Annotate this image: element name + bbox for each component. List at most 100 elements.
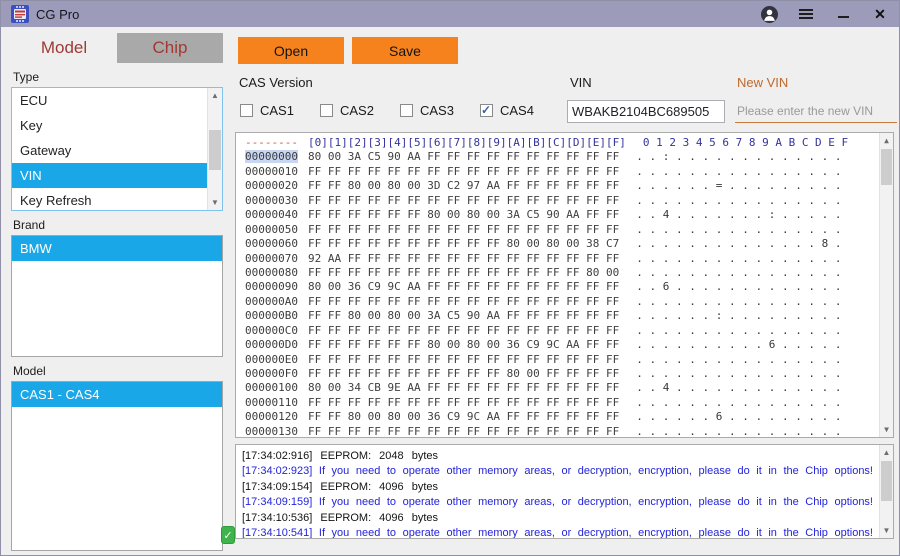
- hex-bytes: FF FF FF FF FF FF FF FF FF FF FF FF FF F…: [308, 353, 619, 366]
- hex-bytes: FF FF 80 00 80 00 3A C5 90 AA FF FF FF F…: [308, 309, 619, 322]
- scroll-down-icon[interactable]: ▼: [880, 523, 893, 538]
- scroll-up-icon[interactable]: ▲: [208, 88, 222, 103]
- hex-ascii: . . . . . . . . . . . . . . . .: [636, 194, 841, 207]
- chip-icon: [11, 5, 29, 23]
- hex-bytes: 92 AA FF FF FF FF FF FF FF FF FF FF FF F…: [308, 252, 619, 265]
- app-window: CG Pro ✕ Model Chip Type ECUKeyGatewayVI…: [0, 0, 900, 556]
- hex-row[interactable]: 00000070 92 AA FF FF FF FF FF FF FF FF FF…: [245, 252, 893, 266]
- type-label: Type: [13, 70, 223, 84]
- tab-chip[interactable]: Chip: [117, 33, 223, 63]
- window-title: CG Pro: [36, 7, 79, 22]
- hex-bytes: 80 00 36 C9 9C AA FF FF FF FF FF FF FF F…: [308, 280, 619, 293]
- hex-address: 000000F0: [245, 367, 298, 380]
- hex-address: 00000040: [245, 208, 298, 221]
- hex-address: 00000130: [245, 425, 298, 438]
- list-item[interactable]: BMW: [12, 236, 222, 261]
- hex-address: 000000C0: [245, 324, 298, 337]
- checkbox-icon[interactable]: [320, 104, 333, 117]
- checkbox-checked-icon[interactable]: [480, 104, 493, 117]
- hex-row[interactable]: 00000100 80 00 34 CB 9E AA FF FF FF FF FF…: [245, 381, 893, 395]
- list-item[interactable]: ECU: [12, 88, 222, 113]
- hex-row[interactable]: 000000C0FF FF FF FF FF FF FF FF FF FF FF…: [245, 324, 893, 338]
- vin-input[interactable]: [567, 100, 725, 123]
- log-line: [17:34:02:923] If you need to operate ot…: [242, 464, 873, 479]
- log-scrollbar[interactable]: ▲ ▼: [879, 445, 893, 538]
- hex-address: 00000080: [245, 266, 298, 279]
- cas-checkbox-label: CAS3: [420, 103, 454, 118]
- hex-row[interactable]: 000000E0 FF FF FF FF FF FF FF FF FF FF FF…: [245, 353, 893, 367]
- list-item[interactable]: Gateway: [12, 138, 222, 163]
- hex-row[interactable]: 000000A0FF FF FF FF FF FF FF FF FF FF FF…: [245, 295, 893, 309]
- hex-bytes: 80 00 34 CB 9E AA FF FF FF FF FF FF FF F…: [308, 381, 619, 394]
- hex-address: 00000050: [245, 223, 298, 236]
- hex-address: 000000D0: [245, 338, 298, 351]
- list-item[interactable]: Key Refresh: [12, 188, 222, 211]
- hex-viewer[interactable]: ▲ ▼ -------- [0][1][2][3][4][5][6][7][8][…: [235, 132, 894, 438]
- hex-row[interactable]: 00000130FF FF FF FF FF FF FF FF FF FF FF…: [245, 425, 893, 438]
- hex-row[interactable]: 000000D0FF FF FF FF FF FF 80 00 80 00 36…: [245, 338, 893, 352]
- cas-checkbox-cas3[interactable]: CAS3: [400, 103, 480, 118]
- hex-header-row[interactable]: -------- [0][1][2][3][4][5][6][7][8][9][A…: [245, 136, 893, 150]
- scroll-down-icon[interactable]: ▼: [880, 422, 893, 437]
- list-item[interactable]: VIN: [12, 163, 222, 188]
- new-vin-input[interactable]: [735, 100, 897, 123]
- hex-row[interactable]: 00000080 FF FF FF FF FF FF FF FF FF FF FF…: [245, 266, 893, 280]
- minimize-icon[interactable]: [834, 5, 852, 23]
- list-item[interactable]: CAS1 - CAS4: [12, 382, 222, 407]
- hex-row[interactable]: 00000020FF FF 80 00 80 00 3D C2 97 AA FF…: [245, 179, 893, 193]
- checkbox-icon[interactable]: [240, 104, 253, 117]
- hex-address: 000000E0: [245, 353, 298, 366]
- user-icon[interactable]: [760, 5, 778, 23]
- scroll-up-icon[interactable]: ▲: [880, 445, 893, 460]
- hex-address: 00000070: [245, 252, 298, 265]
- scroll-thumb[interactable]: [881, 461, 892, 501]
- hex-row[interactable]: 00000050FF FF FF FF FF FF FF FF FF FF FF…: [245, 223, 893, 237]
- hex-row[interactable]: 00000110FF FF FF FF FF FF FF FF FF FF FF…: [245, 396, 893, 410]
- scroll-thumb[interactable]: [209, 130, 221, 170]
- hex-address: --------: [245, 136, 298, 149]
- type-list[interactable]: ECUKeyGatewayVINKey Refresh ▲ ▼: [11, 87, 223, 211]
- hex-ascii: . . . . . . . . . . . . . . . .: [636, 396, 841, 409]
- log-line: [17:34:09:154] EEPROM: 4096 bytes: [242, 480, 873, 495]
- hex-row[interactable]: 00000120FF FF 80 00 80 00 36 C9 9C AA FF…: [245, 410, 893, 424]
- hex-bytes: [0][1][2][3][4][5][6][7][8][9][A][B][C][…: [308, 136, 626, 149]
- scroll-up-icon[interactable]: ▲: [880, 133, 893, 148]
- hex-row[interactable]: 00000030FF FF FF FF FF FF FF FF FF FF FF…: [245, 194, 893, 208]
- type-list-scrollbar[interactable]: ▲ ▼: [207, 88, 222, 210]
- hex-address: 00000090: [245, 280, 298, 293]
- hex-address: 00000120: [245, 410, 298, 423]
- brand-list[interactable]: BMW: [11, 235, 223, 357]
- open-button[interactable]: Open: [238, 37, 344, 64]
- list-item[interactable]: Key: [12, 113, 222, 138]
- hex-row[interactable]: 000000F0FF FF FF FF FF FF FF FF FF FF 80…: [245, 367, 893, 381]
- hex-row[interactable]: 00000090 80 00 36 C9 9C AA FF FF FF FF FF…: [245, 280, 893, 294]
- hex-ascii: . . 6 . . . . . . . . . . . . .: [636, 280, 841, 293]
- log-panel[interactable]: ▲ ▼ [17:34:02:916] EEPROM: 2048 bytes[17…: [235, 444, 894, 539]
- hex-row[interactable]: 00000060FF FF FF FF FF FF FF FF FF FF 80…: [245, 237, 893, 251]
- log-line: [17:34:10:536] EEPROM: 4096 bytes: [242, 511, 873, 526]
- tab-model[interactable]: Model: [11, 33, 117, 63]
- save-button[interactable]: Save: [352, 37, 458, 64]
- hex-row[interactable]: 00000010FF FF FF FF FF FF FF FF FF FF FF…: [245, 165, 893, 179]
- log-line: [17:34:02:916] EEPROM: 2048 bytes: [242, 449, 873, 464]
- hex-bytes: FF FF FF FF FF FF FF FF FF FF FF FF FF F…: [308, 266, 619, 279]
- hex-scrollbar[interactable]: ▲ ▼: [879, 133, 893, 437]
- cas-checkbox-cas4[interactable]: CAS4: [480, 103, 560, 118]
- cas-checkbox-cas1[interactable]: CAS1: [240, 103, 320, 118]
- hex-address: 00000100: [245, 381, 298, 394]
- hex-row[interactable]: 0000000080 00 3A C5 90 AA FF FF FF FF FF…: [245, 150, 893, 164]
- scroll-down-icon[interactable]: ▼: [208, 195, 222, 210]
- hex-ascii: . . . . . . . . . . . . . . . .: [636, 266, 841, 279]
- checkbox-icon[interactable]: [400, 104, 413, 117]
- menu-icon[interactable]: [797, 5, 815, 23]
- cas-checkbox-cas2[interactable]: CAS2: [320, 103, 400, 118]
- hex-row[interactable]: 000000B0FF FF 80 00 80 00 3A C5 90 AA FF…: [245, 309, 893, 323]
- hex-row[interactable]: 00000040FF FF FF FF FF FF 80 00 80 00 3A…: [245, 208, 893, 222]
- hex-bytes: FF FF FF FF FF FF FF FF FF FF FF FF FF F…: [308, 165, 619, 178]
- hex-ascii: . . . . . . . . . . . . . . . .: [636, 165, 841, 178]
- titlebar: CG Pro ✕: [1, 1, 899, 27]
- hex-bytes: 80 00 3A C5 90 AA FF FF FF FF FF FF FF F…: [308, 150, 619, 163]
- close-icon[interactable]: ✕: [871, 5, 889, 23]
- model-list[interactable]: CAS1 - CAS4: [11, 381, 223, 551]
- scroll-thumb[interactable]: [881, 149, 892, 185]
